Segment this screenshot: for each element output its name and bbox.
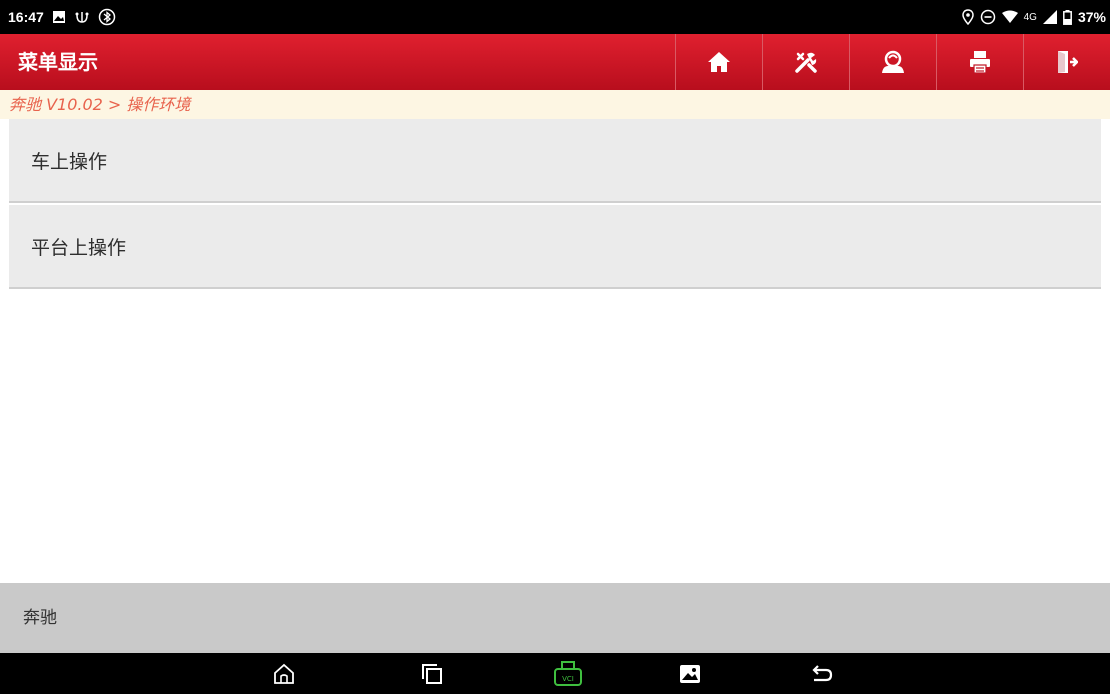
battery-level: 37% (1077, 9, 1106, 25)
menu-item-label: 车上操作 (31, 150, 108, 173)
nav-home-button[interactable] (260, 653, 308, 694)
footer-label: 奔驰 (23, 608, 57, 628)
toolbar (675, 34, 1110, 90)
navigation-bar: VCI (0, 653, 1110, 694)
tools-icon (794, 50, 818, 74)
status-bar: 16:47 4G 37% (0, 0, 1110, 34)
menu-item-label: 平台上操作 (31, 236, 127, 259)
user-button[interactable] (849, 34, 936, 90)
breadcrumb: 奔驰 V10.02 > 操作环境 (0, 90, 1110, 119)
status-bar-left: 16:47 (0, 8, 116, 26)
battery-icon (1063, 9, 1072, 25)
home-icon (707, 51, 731, 73)
print-icon (969, 50, 991, 74)
recent-apps-button[interactable] (408, 653, 456, 694)
location-icon (961, 9, 974, 25)
recent-apps-icon (421, 663, 443, 685)
menu-item-on-vehicle[interactable]: 车上操作 (9, 119, 1101, 203)
header-bar: 菜单显示 (0, 34, 1110, 90)
signal-icon (1042, 9, 1057, 25)
back-icon (810, 664, 834, 684)
vci-icon: VCI (553, 660, 583, 687)
menu-item-on-platform[interactable]: 平台上操作 (9, 205, 1101, 289)
exit-icon (1056, 50, 1078, 74)
gallery-button[interactable] (666, 653, 714, 694)
image-icon (52, 9, 66, 25)
exit-button[interactable] (1023, 34, 1110, 90)
user-icon (880, 50, 906, 74)
footer-bar: 奔驰 (0, 583, 1110, 653)
wifi-icon (1001, 9, 1018, 25)
bluetooth-icon (98, 8, 116, 26)
network-type: 4G (1023, 11, 1037, 23)
nav-home-icon (273, 663, 295, 685)
status-time: 16:47 (8, 9, 44, 25)
usb-debug-icon (74, 9, 90, 25)
breadcrumb-text: 奔驰 V10.02 > 操作环境 (9, 95, 191, 114)
menu-list: 车上操作 平台上操作 (0, 119, 1110, 289)
print-button[interactable] (936, 34, 1023, 90)
vci-label: VCI (562, 675, 574, 683)
page-title: 菜单显示 (18, 50, 98, 74)
home-button[interactable] (675, 34, 762, 90)
vci-button[interactable]: VCI (544, 653, 592, 694)
back-button[interactable] (798, 653, 846, 694)
gallery-icon (679, 664, 701, 684)
status-bar-right: 4G 37% (961, 0, 1106, 34)
tools-button[interactable] (762, 34, 849, 90)
do-not-disturb-icon (980, 9, 996, 25)
